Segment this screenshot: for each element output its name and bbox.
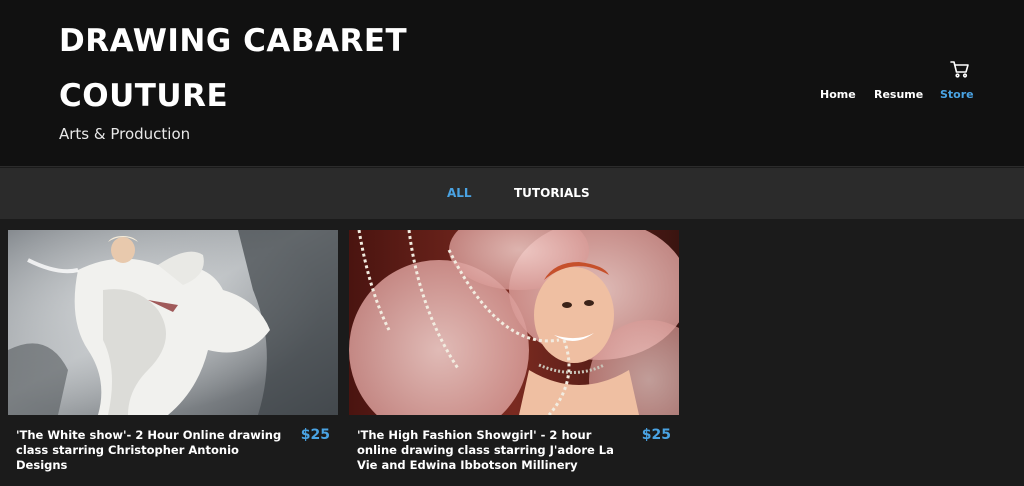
product-card[interactable]: 'The White show'- 2 Hour Online drawing … [8, 230, 338, 480]
main-nav: Home Resume Store [0, 88, 1024, 104]
filter-tutorials[interactable]: TUTORIALS [514, 186, 590, 200]
nav-resume-link[interactable]: Resume [874, 88, 923, 101]
product-card[interactable]: 'The High Fashion Showgirl' - 2 hour onl… [349, 230, 679, 480]
product-name[interactable]: 'The White show'- 2 Hour Online drawing … [16, 428, 294, 473]
nav-store-link[interactable]: Store [940, 88, 974, 101]
category-filter-bar: ALL TUTORIALS [0, 168, 1024, 219]
site-tagline: Arts & Production [59, 125, 191, 143]
product-image-white-show[interactable] [8, 230, 338, 415]
site-title[interactable]: DRAWING CABARET COUTURE [59, 14, 439, 124]
nav-home-link[interactable]: Home [820, 88, 856, 101]
product-image-high-fashion-showgirl[interactable] [349, 230, 679, 415]
filter-all[interactable]: ALL [447, 186, 472, 200]
product-name[interactable]: 'The High Fashion Showgirl' - 2 hour onl… [357, 428, 635, 473]
product-price: $25 [300, 427, 330, 443]
site-header: DRAWING CABARET COUTURE Arts & Productio… [0, 0, 1024, 167]
product-price: $25 [641, 427, 671, 443]
shopping-cart-icon[interactable] [949, 58, 971, 80]
